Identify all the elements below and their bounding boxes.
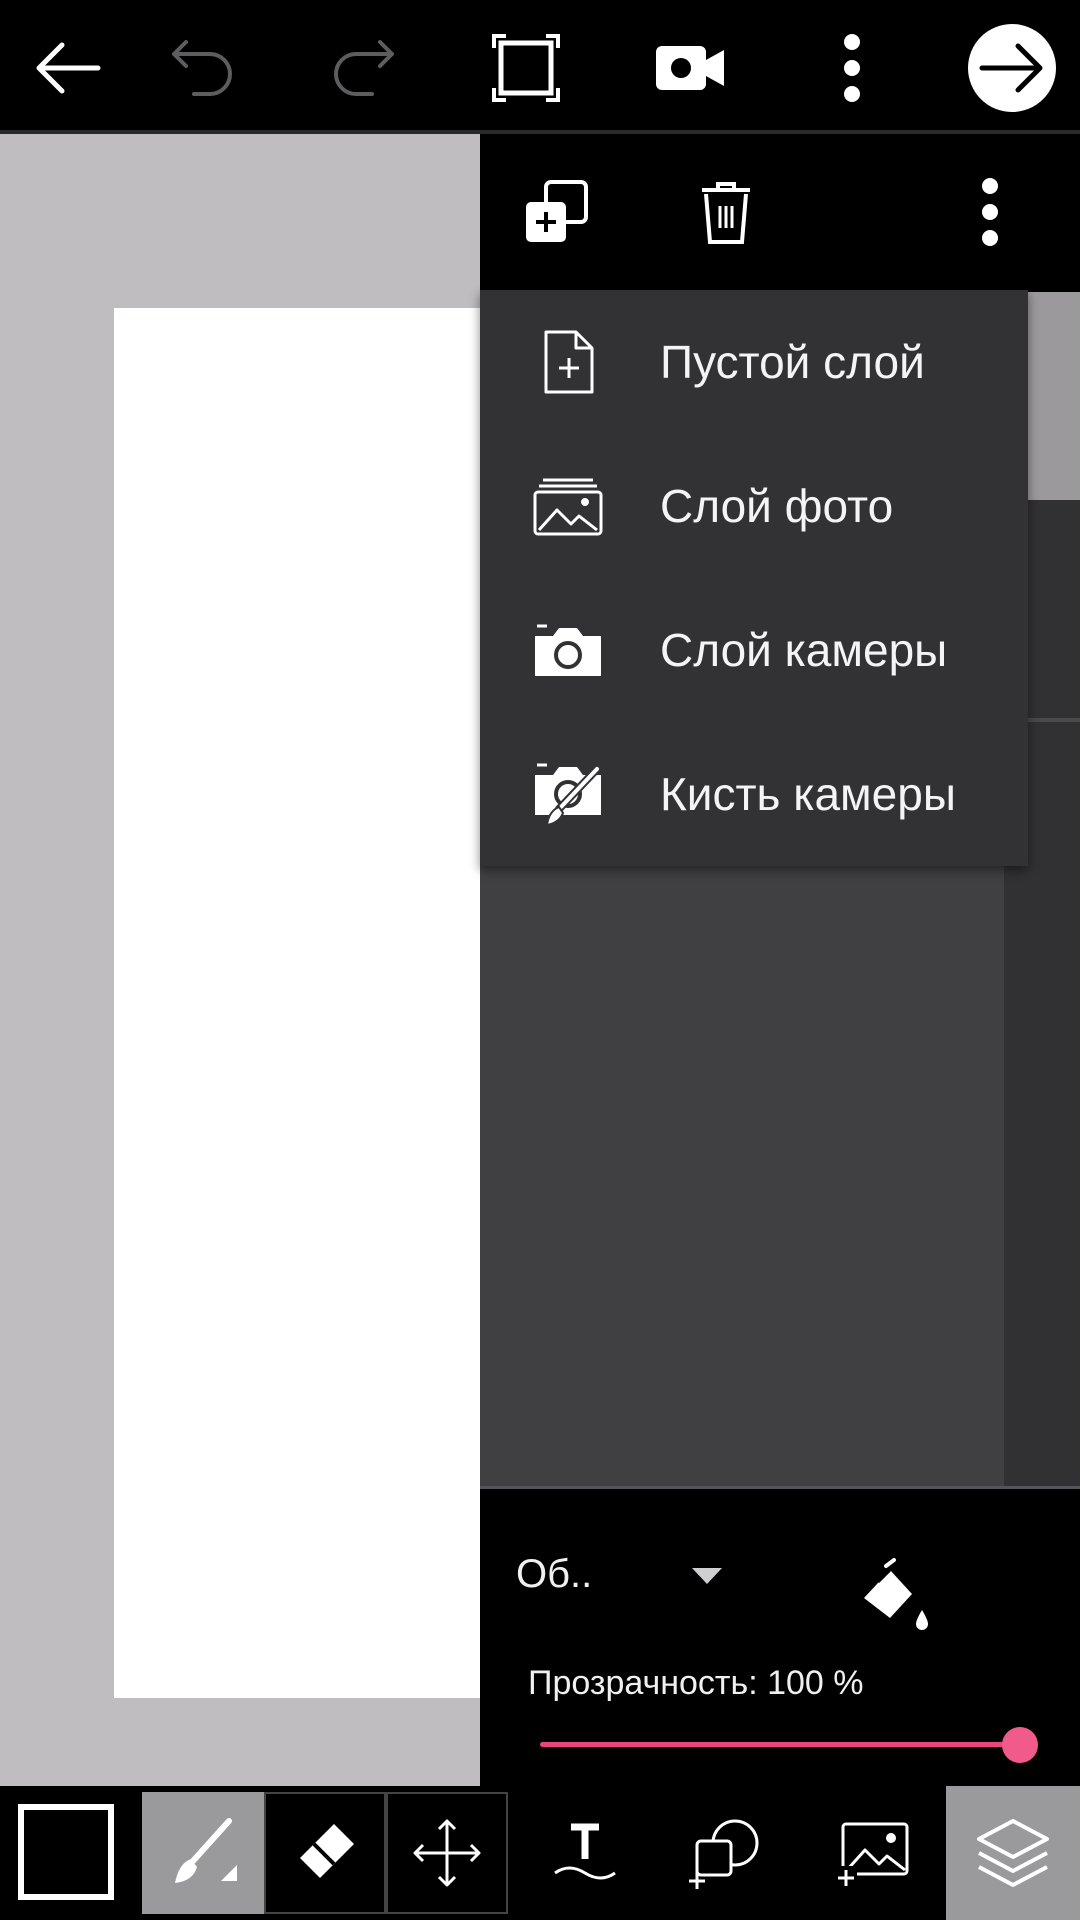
redo-icon: [334, 40, 394, 96]
layers-panel-button[interactable]: [946, 1786, 1080, 1920]
move-tool-button[interactable]: [386, 1792, 508, 1914]
back-arrow-icon: [36, 42, 101, 94]
more-vert-icon: [844, 34, 860, 102]
redo-button[interactable]: [318, 22, 410, 114]
layer-thumbnail[interactable]: [1028, 292, 1080, 500]
more-vert-icon: [982, 178, 998, 246]
layers-more-button[interactable]: [980, 176, 1020, 248]
opacity-slider[interactable]: [540, 1742, 1020, 1747]
photo-icon: [532, 470, 604, 542]
menu-item-label: Слой фото: [660, 480, 894, 532]
layers-icon: [977, 1819, 1049, 1887]
fullscreen-button[interactable]: [480, 22, 572, 114]
opacity-label: Прозрачность: 100 %: [528, 1664, 864, 1702]
add-layer-menu: Пустой слой Слой фото Слой камеры Кисть …: [480, 290, 1028, 866]
undo-button[interactable]: [156, 22, 248, 114]
shape-icon: [689, 1819, 759, 1889]
menu-item-label: Пустой слой: [660, 336, 925, 388]
camera-brush-icon: [532, 758, 604, 830]
menu-item-camera-layer[interactable]: Слой камеры: [480, 578, 1028, 722]
eraser-icon: [300, 1824, 354, 1878]
dropdown-arrow-icon[interactable]: [690, 1566, 724, 1586]
add-layer-button[interactable]: [520, 176, 592, 248]
menu-item-label: Слой камеры: [660, 624, 948, 676]
undo-icon: [172, 40, 232, 96]
opacity-slider-thumb[interactable]: [1002, 1727, 1038, 1763]
record-video-button[interactable]: [644, 22, 736, 114]
fullscreen-icon: [492, 34, 560, 102]
move-icon: [413, 1819, 481, 1887]
eraser-tool-button[interactable]: [264, 1792, 386, 1914]
layer-list[interactable]: [480, 866, 1004, 1486]
layer-properties: [480, 1486, 1080, 1786]
more-options-button[interactable]: [806, 22, 898, 114]
next-button[interactable]: [966, 22, 1058, 114]
trash-icon: [702, 182, 750, 244]
back-button[interactable]: [22, 22, 114, 114]
menu-item-photo-layer[interactable]: Слой фото: [480, 434, 1028, 578]
menu-item-label: Кисть камеры: [660, 768, 956, 820]
delete-layer-button[interactable]: [690, 176, 762, 248]
text-icon: [554, 1823, 616, 1880]
color-swatch[interactable]: [18, 1804, 114, 1900]
brush-tool-button[interactable]: [142, 1792, 264, 1914]
drawing-canvas[interactable]: [114, 308, 480, 1698]
layer-divider: [1028, 718, 1080, 722]
shape-tool-button[interactable]: [666, 1792, 788, 1914]
next-arrow-icon: [968, 24, 1056, 112]
menu-item-empty-layer[interactable]: Пустой слой: [480, 290, 1028, 434]
text-tool-button[interactable]: [524, 1792, 646, 1914]
new-file-icon: [532, 326, 604, 398]
video-camera-icon: [656, 46, 724, 90]
add-photo-icon: [835, 1822, 909, 1888]
brush-icon: [175, 1818, 237, 1883]
add-layer-icon: [526, 180, 588, 242]
fill-bucket-icon[interactable]: [856, 1556, 936, 1636]
camera-icon: [532, 614, 604, 686]
add-photo-button[interactable]: [812, 1792, 934, 1914]
blend-mode-select[interactable]: Об..: [516, 1552, 592, 1597]
properties-separator: [480, 1486, 1080, 1489]
menu-item-camera-brush[interactable]: Кисть камеры: [480, 722, 1028, 866]
